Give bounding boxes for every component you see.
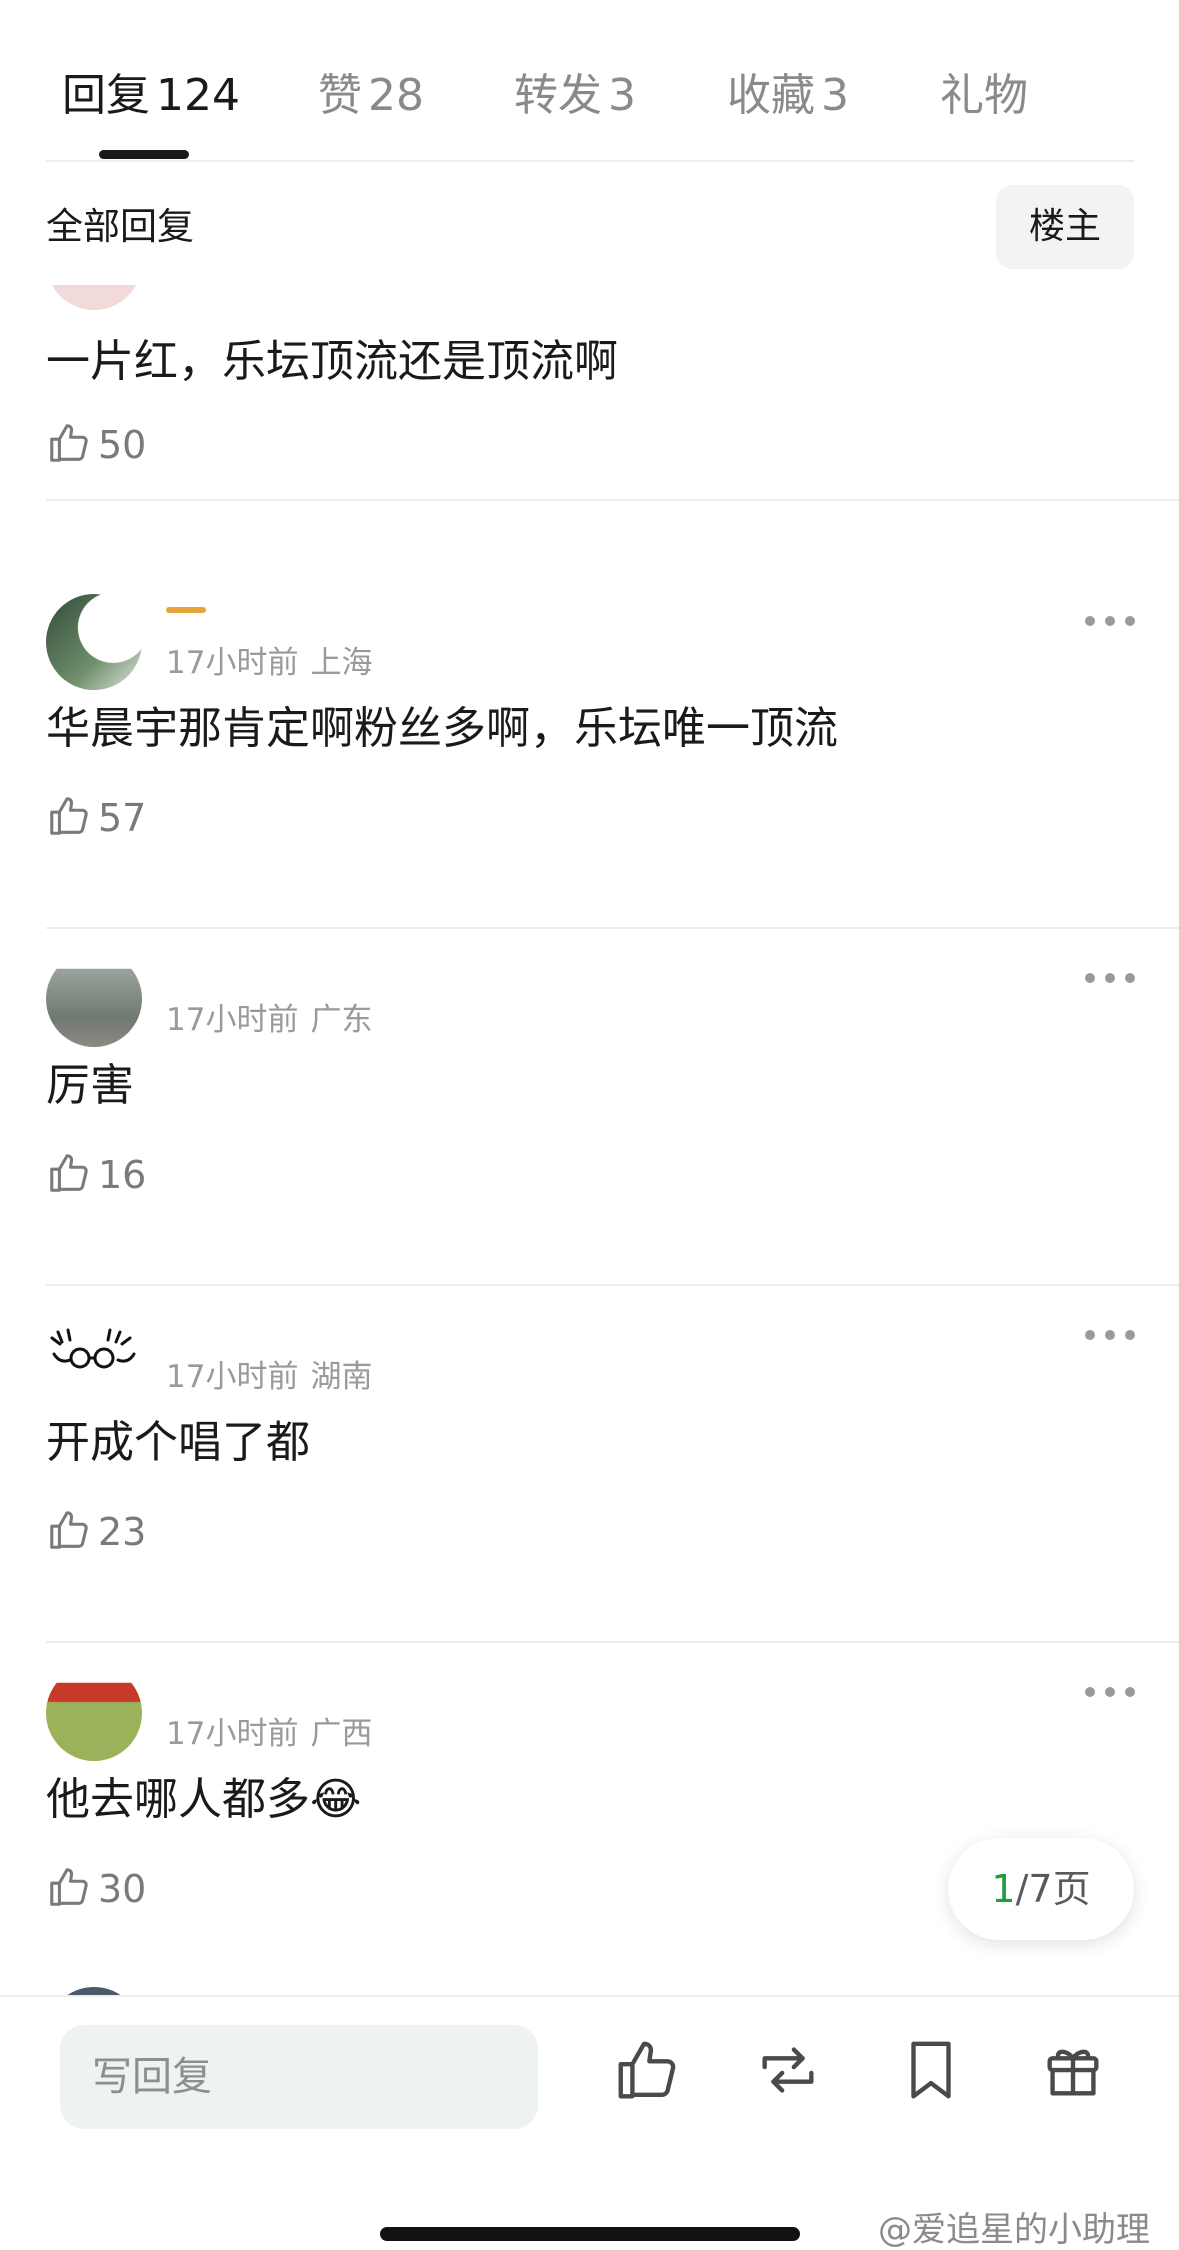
- more-options-icon[interactable]: [1085, 613, 1135, 629]
- tab-label: 礼物: [940, 70, 1028, 121]
- comment-meta: 17小时前 湖南: [166, 1357, 372, 1397]
- comment-item: 17小时前 上海 华晨宇那肯定啊粉丝多啊，乐坛唯一顶流 57: [0, 571, 1179, 929]
- comment-meta: 17小时前 广西: [166, 1714, 372, 1754]
- thumbs-up-icon: [46, 1507, 92, 1557]
- comment-meta: 17小时前 上海: [166, 643, 372, 683]
- thumbs-up-icon: [46, 1150, 92, 1200]
- comment-time: 17小时前: [166, 645, 299, 681]
- repost-button[interactable]: [753, 2035, 823, 2105]
- doodle-face-icon: [50, 1328, 136, 1369]
- tab-reposts[interactable]: 转发 3: [514, 68, 636, 124]
- more-options-icon[interactable]: [1085, 1684, 1135, 1700]
- comment-list: 一片红，乐坛顶流还是顶流啊 50 17小时前 上海 华晨宇那肯定啊粉丝多啊，乐坛唯…: [0, 285, 1179, 1995]
- tab-label: 赞: [318, 70, 362, 121]
- avatar[interactable]: [46, 285, 142, 310]
- like-count: 50: [98, 423, 147, 467]
- like-count: 16: [98, 1153, 147, 1197]
- like-button[interactable]: 50: [46, 420, 146, 470]
- like-count: 57: [98, 796, 147, 840]
- like-button[interactable]: 30: [46, 1864, 146, 1914]
- comment-item: 一片红，乐坛顶流还是顶流啊 50: [0, 285, 1179, 571]
- thumbs-up-icon: [46, 420, 92, 470]
- tab-replies[interactable]: 回复 124: [62, 68, 240, 124]
- home-indicator: [380, 2227, 800, 2241]
- tab-likes[interactable]: 赞 28: [318, 68, 424, 124]
- thumbs-up-icon: [612, 2041, 682, 2109]
- page-unit: 页: [1052, 1867, 1091, 1911]
- tab-count: 28: [368, 70, 424, 121]
- comment-text: 厉害: [46, 1060, 134, 1111]
- comment-item: 17小时前 广西 他去哪人都多😂 30: [0, 1642, 1179, 1995]
- gift-button[interactable]: [1038, 2035, 1108, 2105]
- comment-text: 他去哪人都多😂: [46, 1774, 362, 1825]
- thumbs-up-icon: [46, 793, 92, 843]
- total-pages: /7: [1015, 1867, 1053, 1911]
- louzhu-filter-button[interactable]: 楼主: [996, 185, 1134, 269]
- reply-input[interactable]: 写回复: [60, 2025, 538, 2129]
- tab-bar: 回复 124 赞 28 转发 3 收藏 3 礼物: [0, 0, 1179, 162]
- comment-text: 开成个唱了都: [46, 1417, 310, 1468]
- avatar[interactable]: [46, 951, 142, 1047]
- comment-location: 广东: [310, 1002, 373, 1038]
- comment-time: 17小时前: [166, 1716, 299, 1752]
- comment-item: 17小时前 广东 厉害 16: [0, 928, 1179, 1286]
- comment-time: 17小时前: [166, 1002, 299, 1038]
- tab-count: 124: [156, 70, 240, 121]
- tab-label: 转发: [514, 70, 602, 121]
- like-button[interactable]: 57: [46, 793, 146, 843]
- username-partial: [166, 607, 206, 613]
- active-tab-indicator: [99, 150, 189, 159]
- like-button[interactable]: 16: [46, 1150, 146, 1200]
- pagination-indicator[interactable]: 1/7页: [948, 1838, 1134, 1940]
- tab-favorites[interactable]: 收藏 3: [727, 68, 849, 124]
- bookmark-icon: [896, 2041, 966, 2109]
- avatar[interactable]: [46, 1665, 142, 1761]
- comment-text: 一片红，乐坛顶流还是顶流啊: [46, 336, 618, 387]
- like-count: 23: [98, 1510, 147, 1554]
- like-count: 30: [98, 1867, 147, 1911]
- tab-label: 回复: [62, 70, 150, 121]
- more-options-icon[interactable]: [1085, 970, 1135, 986]
- tab-label: 收藏: [727, 70, 815, 121]
- more-options-icon[interactable]: [1085, 1327, 1135, 1343]
- comment-time: 17小时前: [166, 1359, 299, 1395]
- like-post-button[interactable]: [612, 2035, 682, 2105]
- all-replies-filter[interactable]: 全部回复: [46, 202, 194, 252]
- watermark: @爱追星的小助理: [878, 2210, 1150, 2250]
- avatar[interactable]: [46, 594, 142, 690]
- bottom-action-bar: 写回复 @爱追星的小助理: [0, 1995, 1179, 2250]
- comment-location: 上海: [310, 645, 373, 681]
- tab-count: 3: [821, 70, 849, 121]
- comment-meta: 17小时前 广东: [166, 1000, 372, 1040]
- like-button[interactable]: 23: [46, 1507, 146, 1557]
- comment-location: 广西: [310, 1716, 373, 1752]
- avatar[interactable]: [46, 1308, 142, 1404]
- comment-text: 华晨宇那肯定啊粉丝多啊，乐坛唯一顶流: [46, 703, 838, 754]
- gift-icon: [1038, 2049, 1108, 2109]
- current-page: 1: [991, 1867, 1016, 1911]
- comment-item: 17小时前 湖南 开成个唱了都 23: [0, 1285, 1179, 1643]
- comment-divider: [46, 499, 1179, 501]
- favorite-button[interactable]: [896, 2035, 966, 2105]
- comment-location: 湖南: [310, 1359, 373, 1395]
- tab-gifts[interactable]: 礼物: [940, 68, 1034, 124]
- repost-icon: [753, 2047, 823, 2109]
- tabs-divider: [46, 160, 1134, 162]
- thumbs-up-icon: [46, 1864, 92, 1914]
- tab-count: 3: [608, 70, 636, 121]
